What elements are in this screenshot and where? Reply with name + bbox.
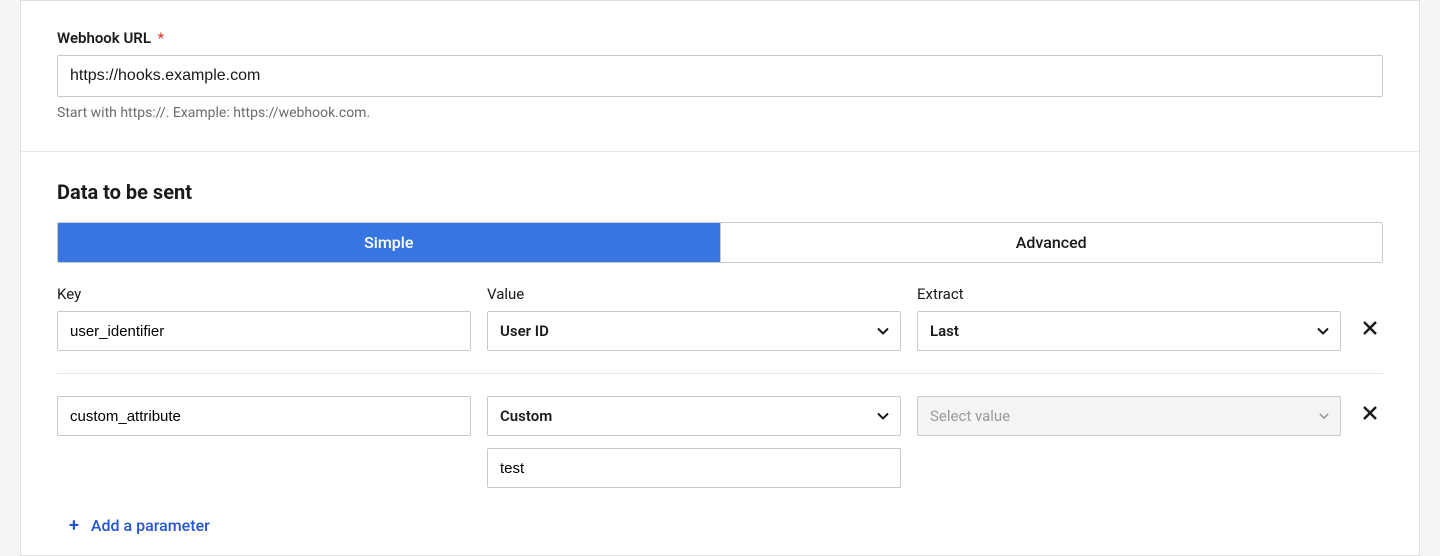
mode-tabs: Simple Advanced [57, 222, 1383, 263]
data-section-title: Data to be sent [57, 180, 1383, 204]
webhook-section: Webhook URL * Start with https://. Examp… [21, 1, 1419, 151]
param-row: User ID Last [57, 311, 1383, 374]
param-extract-selected: Last [930, 322, 959, 340]
tab-advanced[interactable]: Advanced [720, 223, 1383, 262]
param-extract-select[interactable]: Last [917, 311, 1341, 351]
webhook-url-label-text: Webhook URL [57, 29, 151, 47]
add-parameter-button[interactable]: + Add a parameter [57, 510, 210, 555]
param-extract-placeholder: Select value [930, 407, 1010, 425]
form-card: Webhook URL * Start with https://. Examp… [20, 0, 1420, 556]
delete-row-button[interactable] [1363, 321, 1377, 339]
plus-icon: + [69, 517, 79, 535]
param-columns-header: Key Value Extract [57, 285, 1383, 303]
column-value-label: Value [487, 285, 901, 303]
required-indicator: * [158, 29, 164, 47]
param-custom-value-input[interactable] [487, 448, 901, 488]
param-value-select[interactable]: Custom [487, 396, 901, 436]
param-key-input[interactable] [57, 311, 471, 351]
webhook-url-help: Start with https://. Example: https://we… [57, 105, 1383, 121]
data-section: Data to be sent Simple Advanced Key Valu… [21, 152, 1419, 555]
param-value-selected: Custom [500, 407, 552, 425]
param-key-input[interactable] [57, 396, 471, 436]
param-value-select[interactable]: User ID [487, 311, 901, 351]
webhook-url-label: Webhook URL * [57, 29, 1383, 47]
delete-row-button[interactable] [1363, 406, 1377, 424]
param-row: Custom Select value [57, 396, 1383, 510]
webhook-url-input[interactable] [57, 55, 1383, 97]
param-value-selected: User ID [500, 322, 549, 340]
column-extract-label: Extract [917, 285, 1341, 303]
add-parameter-label: Add a parameter [91, 516, 210, 535]
close-icon [1363, 321, 1377, 335]
param-extract-select-disabled: Select value [917, 396, 1341, 436]
column-key-label: Key [57, 285, 471, 303]
close-icon [1363, 406, 1377, 420]
tab-simple[interactable]: Simple [58, 223, 720, 262]
